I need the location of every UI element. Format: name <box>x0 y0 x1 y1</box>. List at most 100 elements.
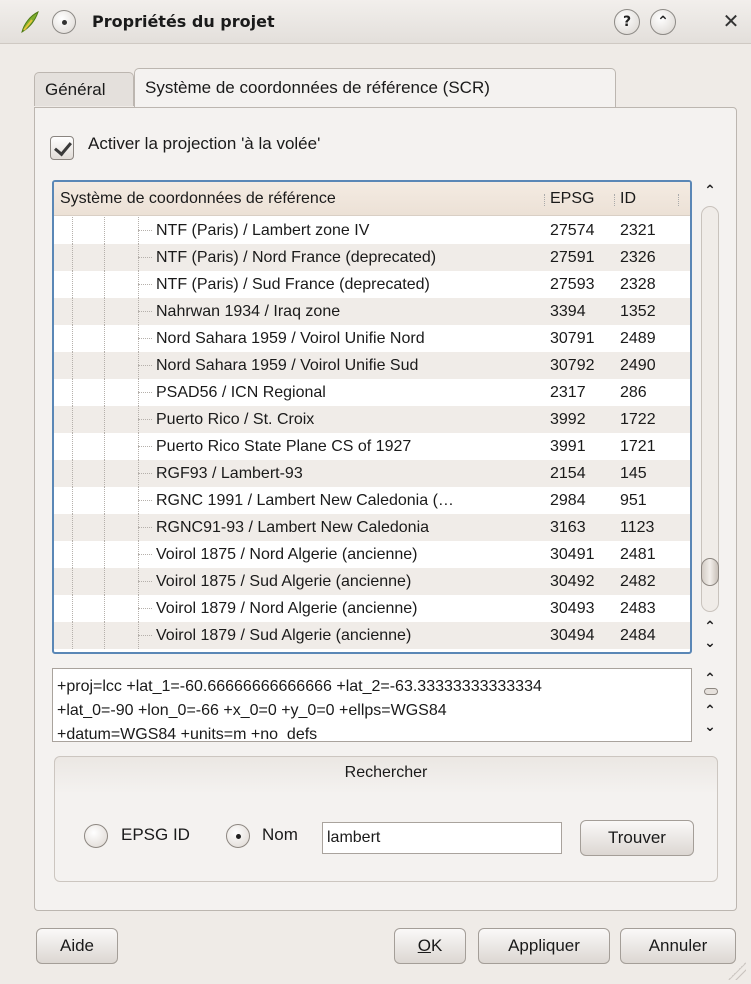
ok-button[interactable]: OK <box>394 928 466 964</box>
tree-guide-line <box>72 217 73 244</box>
tree-guide-line <box>104 568 105 595</box>
tree-guide-line <box>72 460 73 487</box>
tree-guide-line <box>104 325 105 352</box>
cell-epsg: 3163 <box>550 519 586 536</box>
cell-crs-name: NTF (Paris) / Sud France (deprecated) <box>156 276 430 293</box>
table-row[interactable]: Voirol 1875 / Sud Algerie (ancienne) 3049… <box>54 568 690 595</box>
cell-id: 145 <box>620 465 647 482</box>
tree-guide-line <box>104 271 105 298</box>
close-icon[interactable]: ✕ <box>718 9 744 35</box>
cell-crs-name: Nord Sahara 1959 / Voirol Unifie Nord <box>156 330 425 347</box>
help-button[interactable]: Aide <box>36 928 118 964</box>
proj-definition-text[interactable]: +proj=lcc +lat_1=-60.66666666666666 +lat… <box>52 668 692 742</box>
tree-guide-line <box>104 298 105 325</box>
scroll-up-icon[interactable]: ⌃ <box>700 670 720 688</box>
scroll-down-icon[interactable]: ⌄ <box>700 634 720 652</box>
table-row[interactable]: RGNC91-93 / Lambert New Caledonia 3163 112… <box>54 514 690 541</box>
tree-branch-line <box>138 392 152 393</box>
cell-crs-name: PSAD56 / ICN Regional <box>156 384 326 401</box>
scrollbar-thumb[interactable] <box>701 558 719 586</box>
scrollbar-track[interactable] <box>701 206 719 612</box>
tree-guide-line <box>104 595 105 622</box>
tree-branch-line <box>138 527 152 528</box>
tree-guide-line <box>72 325 73 352</box>
find-button[interactable]: Trouver <box>580 820 694 856</box>
tree-branch-line <box>138 473 152 474</box>
column-separator[interactable] <box>678 194 680 206</box>
cell-epsg: 30493 <box>550 600 595 617</box>
tree-branch-line <box>138 311 152 312</box>
apply-button[interactable]: Appliquer <box>478 928 610 964</box>
radio-name-label[interactable]: Nom <box>262 825 298 845</box>
scroll-up-icon[interactable]: ⌃ <box>700 182 720 200</box>
cell-id: 2321 <box>620 222 656 239</box>
radio-epsg-id-label[interactable]: EPSG ID <box>121 825 190 845</box>
cell-id: 1721 <box>620 438 656 455</box>
qgis-logo-icon <box>21 11 39 34</box>
table-row[interactable]: Voirol 1879 / Nord Algerie (ancienne) 304… <box>54 595 690 622</box>
cell-crs-name: Voirol 1875 / Sud Algerie (ancienne) <box>156 573 412 590</box>
tree-guide-line <box>72 622 73 649</box>
scrollbar-thumb[interactable] <box>704 688 718 695</box>
table-row[interactable]: Nord Sahara 1959 / Voirol Unifie Nord 307… <box>54 325 690 352</box>
crs-tree-table[interactable]: Système de coordonnées de référence EPSG… <box>52 180 692 654</box>
tab-crs[interactable]: Système de coordonnées de référence (SCR… <box>134 68 616 108</box>
cancel-button[interactable]: Annuler <box>620 928 736 964</box>
tree-guide-line <box>72 379 73 406</box>
window-title: Propriétés du projet <box>92 12 275 31</box>
otf-checkbox-label[interactable]: Activer la projection 'à la volée' <box>88 134 320 154</box>
tree-guide-line <box>104 352 105 379</box>
cell-id: 2484 <box>620 627 656 644</box>
cell-epsg: 3992 <box>550 411 586 428</box>
table-row[interactable]: Voirol 1875 / Nord Algerie (ancienne) 304… <box>54 541 690 568</box>
tree-branch-line <box>138 554 152 555</box>
cell-crs-name: RGNC91-93 / Lambert New Caledonia <box>156 519 430 536</box>
tree-guide-line <box>104 379 105 406</box>
radio-epsg-id[interactable] <box>84 824 108 848</box>
radio-name[interactable] <box>226 824 250 848</box>
cell-epsg: 30491 <box>550 546 595 563</box>
tree-branch-line <box>138 608 152 609</box>
cell-crs-name: NTF (Paris) / Nord France (deprecated) <box>156 249 437 266</box>
cell-id: 2482 <box>620 573 656 590</box>
table-row[interactable]: RGF93 / Lambert-93 2154 145 <box>54 460 690 487</box>
column-separator[interactable] <box>544 194 546 206</box>
tree-guide-line <box>104 622 105 649</box>
cell-epsg: 30492 <box>550 573 595 590</box>
scroll-down-icon[interactable]: ⌄ <box>700 718 720 736</box>
otf-checkbox[interactable] <box>50 136 74 160</box>
cell-crs-name: Voirol 1875 / Nord Algerie (ancienne) <box>156 546 418 563</box>
tree-guide-line <box>104 541 105 568</box>
table-row[interactable]: NTF (Paris) / Sud France (deprecated) 275… <box>54 271 690 298</box>
tab-general[interactable]: Général <box>34 72 134 106</box>
table-row[interactable]: Nahrwan 1934 / Iraq zone 3394 1352 <box>54 298 690 325</box>
cell-crs-name: RGNC 1991 / Lambert New Caledonia (… <box>156 492 454 509</box>
help-icon[interactable]: ? <box>614 9 640 35</box>
tree-branch-line <box>138 365 152 366</box>
resize-grip-icon[interactable] <box>728 962 746 980</box>
cell-crs-name: NTF (Paris) / Lambert zone IV <box>156 222 370 239</box>
table-row[interactable]: Nord Sahara 1959 / Voirol Unifie Sud 3079… <box>54 352 690 379</box>
shade-icon[interactable]: ⌃ <box>650 9 676 35</box>
tree-branch-line <box>138 284 152 285</box>
column-header-id[interactable]: ID <box>620 182 636 216</box>
window-menu-button[interactable] <box>52 10 76 34</box>
table-row[interactable]: PSAD56 / ICN Regional 2317 286 <box>54 379 690 406</box>
search-input[interactable]: lambert <box>322 822 562 854</box>
table-row[interactable]: Puerto Rico State Plane CS of 1927 3991 17… <box>54 433 690 460</box>
table-row[interactable]: Puerto Rico / St. Croix 3992 1722 <box>54 406 690 433</box>
cell-id: 951 <box>620 492 647 509</box>
column-header-crs[interactable]: Système de coordonnées de référence <box>60 182 336 216</box>
table-row[interactable]: NTF (Paris) / Nord France (deprecated) 27… <box>54 244 690 271</box>
column-header-epsg[interactable]: EPSG <box>550 182 594 216</box>
table-row[interactable]: NTF (Paris) / Lambert zone IV 27574 2321 <box>54 217 690 244</box>
cell-id: 2481 <box>620 546 656 563</box>
cell-id: 2489 <box>620 330 656 347</box>
cell-crs-name: Voirol 1879 / Sud Algerie (ancienne) <box>156 627 412 644</box>
tree-guide-line <box>72 244 73 271</box>
tree-guide-line <box>104 406 105 433</box>
cell-epsg: 30792 <box>550 357 595 374</box>
column-separator[interactable] <box>614 194 616 206</box>
table-row[interactable]: Voirol 1879 / Sud Algerie (ancienne) 3049… <box>54 622 690 649</box>
table-row[interactable]: RGNC 1991 / Lambert New Caledonia (… 2984… <box>54 487 690 514</box>
